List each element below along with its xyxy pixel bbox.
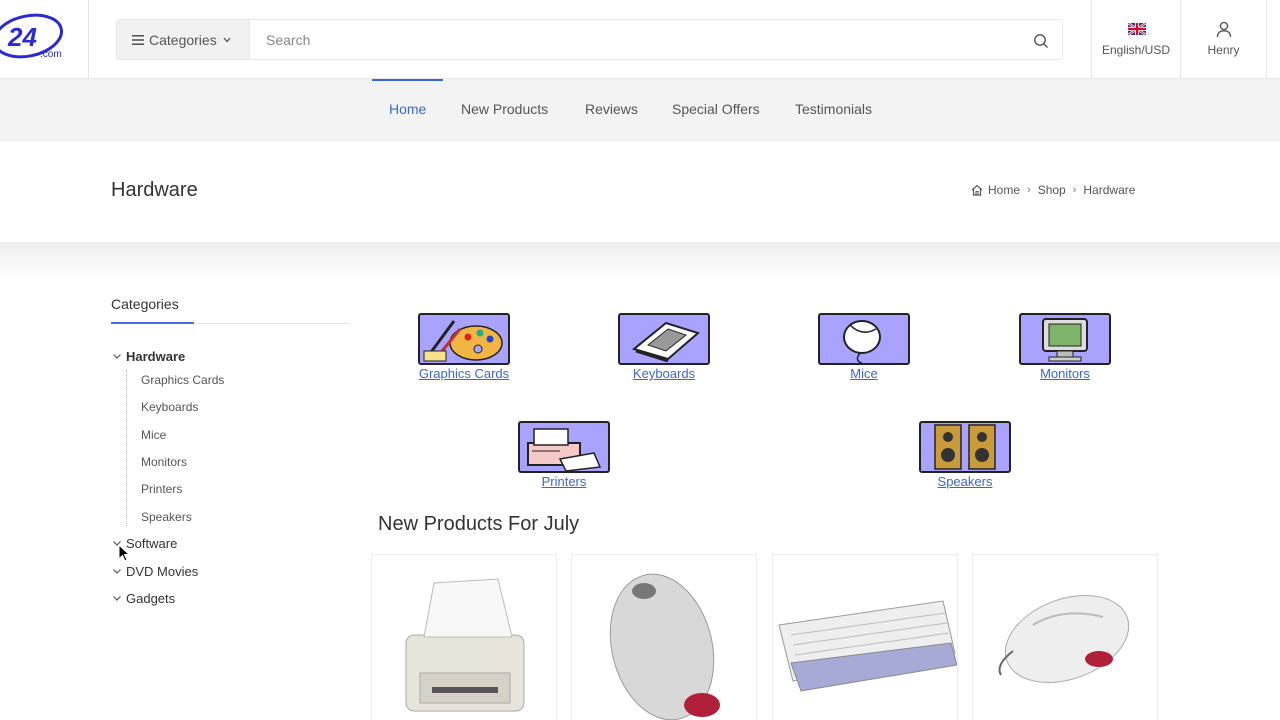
- categories-label: Categories: [149, 31, 217, 48]
- monitor-icon: [1019, 313, 1111, 365]
- categories-dropdown-button[interactable]: Categories: [116, 19, 249, 60]
- category-tile-printers[interactable]: Printers: [504, 421, 624, 489]
- search-bar: [249, 19, 1063, 60]
- chevron-down-icon: [223, 37, 231, 42]
- mouse-image: [998, 595, 1130, 683]
- product-card-mouse[interactable]: [571, 554, 757, 720]
- tree-child-keyboards[interactable]: Keyboards: [141, 400, 198, 414]
- logo-suffix: .com: [40, 49, 62, 60]
- chevron-down-icon: [113, 596, 121, 601]
- chevron-right-icon: ›: [1027, 184, 1031, 196]
- nav-reviews[interactable]: Reviews: [585, 101, 638, 117]
- breadcrumb: Home › Shop › Hardware: [971, 183, 1135, 197]
- user-icon: [1216, 21, 1232, 38]
- tree-item-label: DVD Movies: [126, 564, 199, 579]
- category-label: Mice: [850, 366, 878, 381]
- chevron-right-icon: ›: [1072, 184, 1077, 196]
- mouse-image: [609, 573, 720, 720]
- category-tile-graphics-cards[interactable]: Graphics Cards: [404, 313, 524, 381]
- tree-child-speakers[interactable]: Speakers: [141, 510, 192, 524]
- category-label: Keyboards: [632, 366, 696, 381]
- tree-child-printers[interactable]: Printers: [141, 482, 182, 496]
- keyboard-image: [778, 600, 957, 692]
- page: 24 .com Categories Search English/USD He…: [0, 0, 1280, 720]
- sidebar-title: Categories: [111, 296, 179, 312]
- language-currency-selector[interactable]: English/USD: [1091, 0, 1180, 79]
- logo[interactable]: 24 .com: [0, 0, 89, 79]
- nav-new-products[interactable]: New Products: [461, 101, 548, 117]
- tree-item-label: Software: [126, 536, 178, 551]
- breadcrumb-current: Hardware: [1083, 183, 1136, 197]
- breadcrumb-home[interactable]: Home: [988, 183, 1020, 197]
- keyboard-icon: [618, 313, 710, 365]
- tree-child-monitors[interactable]: Monitors: [141, 455, 187, 469]
- tree-connector: [126, 370, 127, 526]
- category-label: Printers: [541, 474, 587, 489]
- tree-child-mice[interactable]: Mice: [141, 428, 166, 442]
- category-tile-mice[interactable]: Mice: [804, 313, 924, 381]
- main-nav: Home New Products Reviews Special Offers…: [0, 79, 1280, 141]
- search-input[interactable]: [250, 20, 1020, 59]
- title-band-shadow: [0, 242, 1280, 282]
- home-icon: [971, 184, 983, 196]
- chevron-down-icon: [113, 569, 121, 574]
- page-title: Hardware: [111, 179, 198, 201]
- printer-icon: [518, 421, 610, 473]
- nav-special-offers[interactable]: Special Offers: [672, 101, 760, 117]
- mouse-cursor-icon: [118, 544, 130, 562]
- nav-home[interactable]: Home: [389, 101, 426, 117]
- user-account-button[interactable]: Henry: [1180, 0, 1267, 79]
- product-card-mouse-2[interactable]: [972, 554, 1158, 720]
- category-tile-keyboards[interactable]: Keyboards: [604, 313, 724, 381]
- paint-palette-icon: [418, 313, 510, 365]
- tree-item-hardware[interactable]: Hardware: [112, 349, 185, 364]
- tree-child-graphics-cards[interactable]: Graphics Cards: [141, 373, 224, 387]
- menu-icon: [132, 34, 144, 45]
- tree-item-gadgets[interactable]: Gadgets: [112, 591, 175, 606]
- speakers-icon: [919, 421, 1011, 473]
- nav-active-indicator: [372, 79, 443, 81]
- category-label: Monitors: [1040, 366, 1090, 381]
- nav-testimonials[interactable]: Testimonials: [795, 101, 872, 117]
- site-header: 24 .com Categories Search English/USD He…: [0, 0, 1280, 79]
- uk-flag-icon: [1128, 23, 1146, 35]
- logo-text: 24: [7, 22, 37, 52]
- category-label: Graphics Cards: [418, 366, 510, 381]
- breadcrumb-shop[interactable]: Shop: [1038, 183, 1066, 197]
- product-card-printer[interactable]: [371, 554, 557, 720]
- tree-item-dvd-movies[interactable]: DVD Movies: [112, 564, 198, 579]
- tree-item-label: Gadgets: [126, 591, 176, 606]
- mouse-icon: [818, 313, 910, 365]
- category-tile-monitors[interactable]: Monitors: [1005, 313, 1125, 381]
- printer-image: [405, 578, 525, 712]
- user-name: Henry: [1207, 43, 1240, 57]
- new-products-title: New Products For July: [378, 513, 580, 535]
- chevron-down-icon: [113, 354, 121, 359]
- language-label: English/USD: [1101, 43, 1171, 57]
- category-label: Speakers: [937, 474, 993, 489]
- category-tile-speakers[interactable]: Speakers: [905, 421, 1025, 489]
- tree-item-label: Hardware: [126, 349, 186, 364]
- product-card-keyboard[interactable]: [772, 554, 958, 720]
- search-icon[interactable]: [1033, 33, 1049, 49]
- sidebar-divider-accent: [111, 322, 194, 324]
